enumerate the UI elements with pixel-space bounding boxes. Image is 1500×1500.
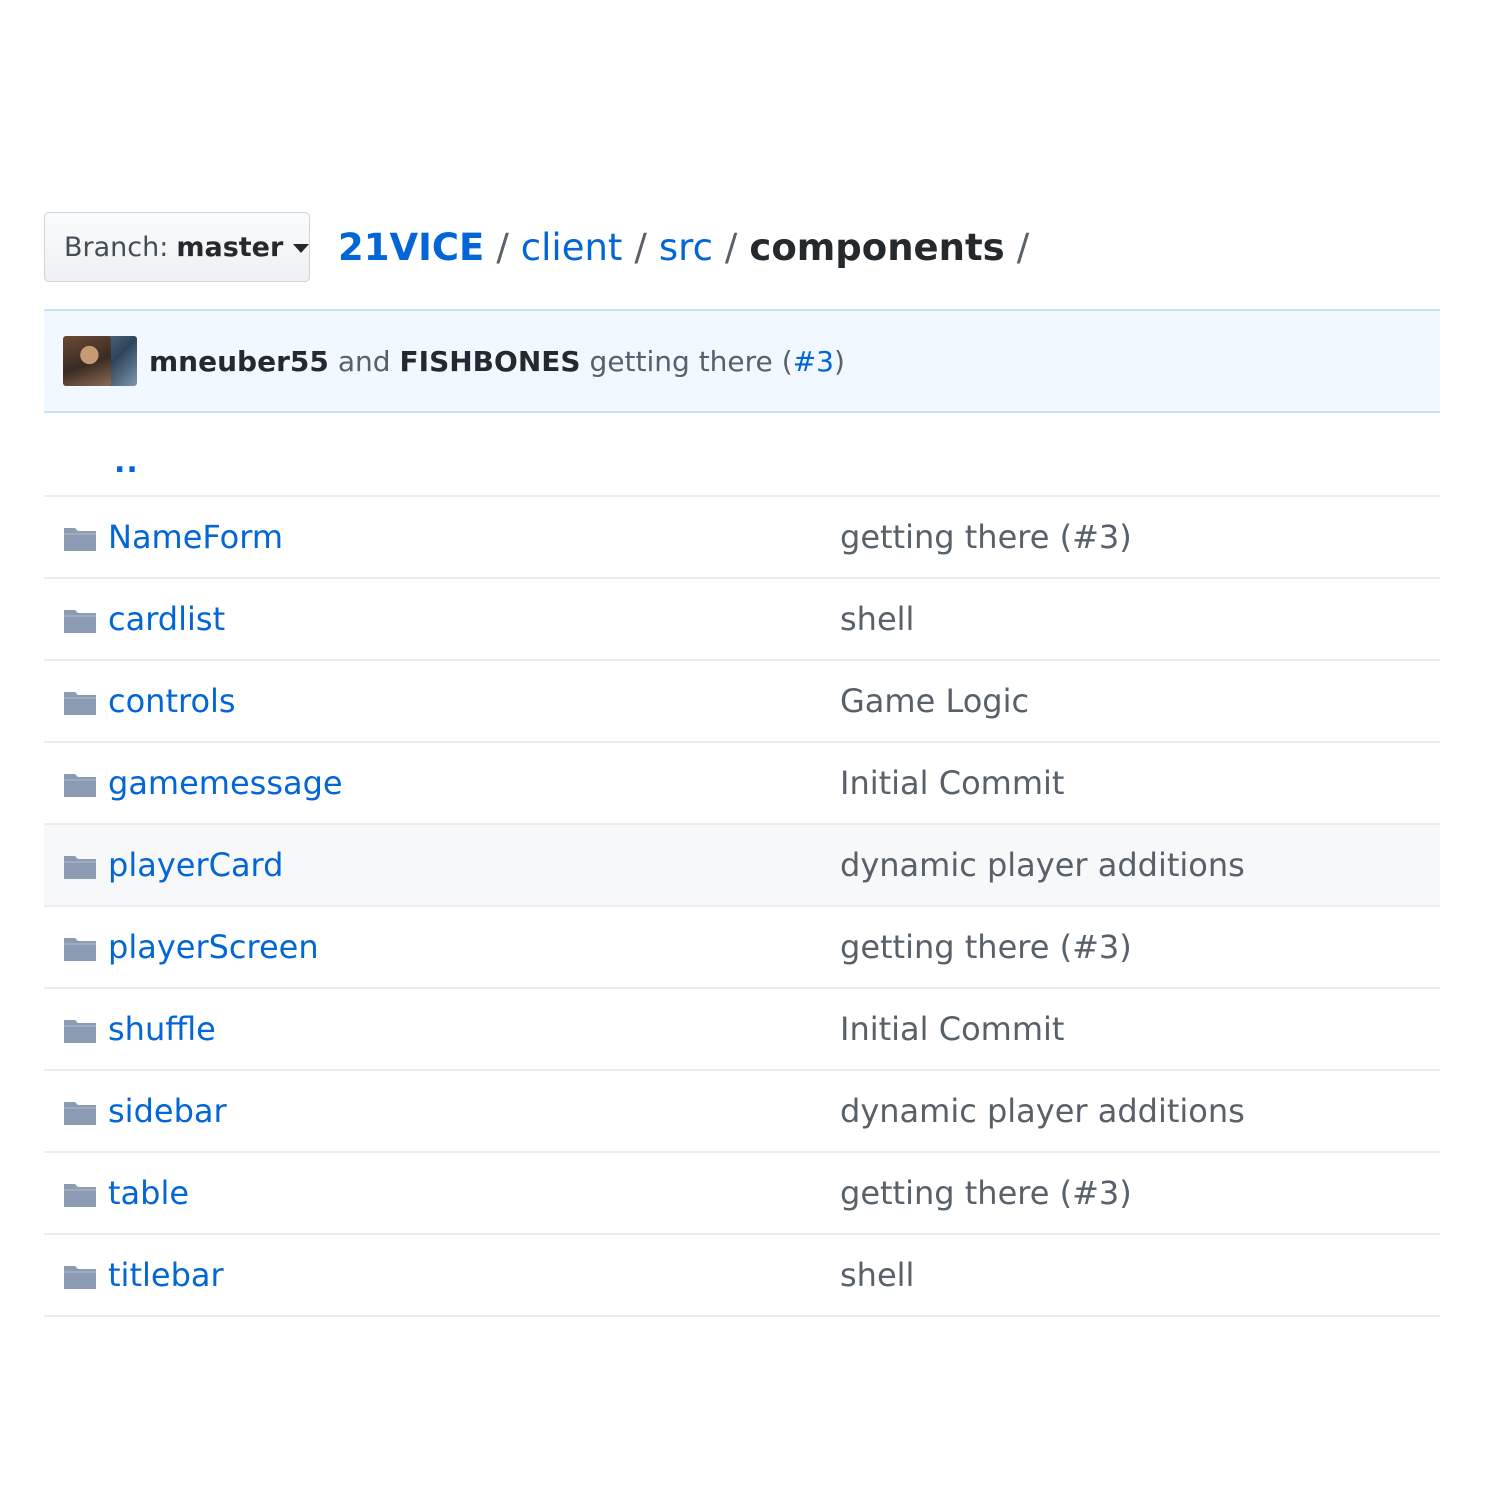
breadcrumb-separator: /	[634, 225, 647, 269]
commit-message: getting there (#3)	[840, 518, 1132, 556]
folder-name-link[interactable]: titlebar	[108, 1256, 224, 1294]
folder-icon	[64, 692, 96, 715]
folder-name-link[interactable]: cardlist	[108, 600, 225, 638]
breadcrumb-separator: /	[496, 225, 509, 269]
parent-directory-row: ..	[44, 415, 1440, 497]
commit-conjunction: and	[337, 344, 391, 378]
file-row: playerScreen getting there (#3)	[44, 907, 1440, 989]
latest-commit-bar: mneuber55 and FISHBONES getting there ( …	[44, 309, 1440, 413]
commit-message: getting there (#3)	[840, 1174, 1132, 1212]
avatar[interactable]	[63, 336, 111, 386]
file-row: gamemessage Initial Commit	[44, 743, 1440, 825]
commit-message: Initial Commit	[840, 1010, 1065, 1048]
file-row: shuffle Initial Commit	[44, 989, 1440, 1071]
commit-issue-link[interactable]: #3	[793, 345, 834, 378]
folder-icon	[64, 1102, 96, 1125]
file-row: sidebar dynamic player additions	[44, 1071, 1440, 1153]
breadcrumb-repo-link[interactable]: 21VICE	[338, 226, 484, 269]
author-avatars	[63, 336, 137, 386]
commit-message-link[interactable]: getting there	[590, 345, 773, 378]
commit-message: getting there (#3)	[840, 928, 1132, 966]
caret-down-icon	[293, 244, 310, 253]
file-row: table getting there (#3)	[44, 1153, 1440, 1235]
folder-icon	[64, 1184, 96, 1207]
folder-icon	[64, 938, 96, 961]
branch-name-label: master	[176, 231, 284, 263]
file-row: playerCard dynamic player additions	[44, 825, 1440, 907]
folder-name-link[interactable]: playerCard	[108, 846, 283, 884]
breadcrumb-src-link[interactable]: src	[659, 226, 713, 269]
commit-message: shell	[840, 1256, 915, 1294]
branch-prefix-label: Branch:	[64, 231, 169, 263]
folder-icon	[64, 610, 96, 633]
file-list: .. NameForm getting there (#3) cardlist …	[44, 415, 1440, 1317]
commit-message: Game Logic	[840, 682, 1030, 720]
repo-top-bar: Branch: master 21VICE / client / src / c…	[44, 212, 1041, 282]
folder-icon	[64, 1266, 96, 1289]
folder-name-link[interactable]: controls	[108, 682, 236, 720]
commit-message: dynamic player additions	[840, 1092, 1245, 1130]
folder-name-link[interactable]: NameForm	[108, 518, 283, 556]
commit-paren-open: (	[781, 344, 793, 378]
file-row: NameForm getting there (#3)	[44, 497, 1440, 579]
breadcrumb-separator: /	[1016, 225, 1030, 269]
commit-author-link[interactable]: mneuber55	[149, 345, 329, 378]
commit-message: Initial Commit	[840, 764, 1065, 802]
folder-icon	[64, 528, 96, 551]
folder-icon	[64, 774, 96, 797]
commit-message: shell	[840, 600, 915, 638]
folder-name-link[interactable]: playerScreen	[108, 928, 319, 966]
folder-name-link[interactable]: shuffle	[108, 1010, 216, 1048]
folder-name-link[interactable]: table	[108, 1174, 189, 1212]
file-row: cardlist shell	[44, 579, 1440, 661]
breadcrumb-client-link[interactable]: client	[521, 226, 623, 269]
breadcrumb: 21VICE / client / src / components /	[338, 226, 1041, 269]
breadcrumb-separator: /	[724, 225, 738, 269]
file-row: controls Game Logic	[44, 661, 1440, 743]
parent-directory-link[interactable]: ..	[114, 445, 139, 480]
commit-paren-close: )	[834, 344, 845, 378]
folder-name-link[interactable]: gamemessage	[108, 764, 343, 802]
branch-select-button[interactable]: Branch: master	[44, 212, 310, 282]
commit-message: dynamic player additions	[840, 846, 1245, 884]
folder-icon	[64, 1020, 96, 1043]
folder-name-link[interactable]: sidebar	[108, 1092, 227, 1130]
file-row: titlebar shell	[44, 1235, 1440, 1317]
breadcrumb-current-folder: components	[749, 225, 1005, 269]
commit-coauthor-link[interactable]: FISHBONES	[400, 345, 581, 378]
folder-icon	[64, 856, 96, 879]
